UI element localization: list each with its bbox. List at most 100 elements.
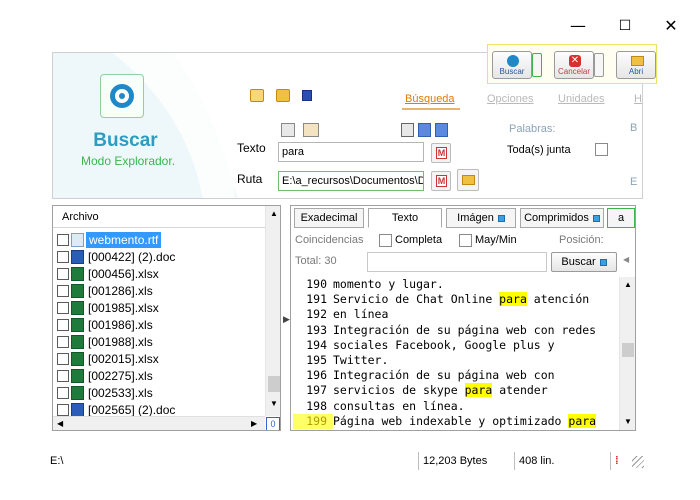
scroll-up-arrow[interactable]: ▲ <box>270 209 278 218</box>
xls-file-icon <box>71 301 84 315</box>
scroll-left-arrow[interactable]: ◀ <box>623 255 629 264</box>
text-line: 198 consultas en línea. <box>293 399 619 414</box>
buscar-spin[interactable] <box>532 53 542 77</box>
file-checkbox[interactable] <box>57 353 69 365</box>
search-text-field[interactable]: para <box>278 142 424 162</box>
cancelar-action-button[interactable]: ✕ Cancelar <box>554 51 594 79</box>
previous-match-icon[interactable] <box>418 123 431 137</box>
position-field[interactable] <box>367 252 547 272</box>
file-list-item[interactable]: [000422] (2).doc <box>57 249 263 265</box>
tab-imagen[interactable]: Imágen <box>446 208 516 228</box>
path-field[interactable]: E:\a_recursos\Documentos\D <box>278 171 424 191</box>
file-checkbox[interactable] <box>57 285 69 297</box>
search-icon <box>507 55 519 67</box>
line-number: 199 <box>293 413 333 429</box>
scroll-thumb[interactable] <box>268 376 280 392</box>
zip-square-icon <box>592 214 600 222</box>
resize-grip-icon[interactable] <box>632 456 644 468</box>
file-list-header[interactable]: Archivo <box>53 206 265 228</box>
scroll-thumb[interactable] <box>622 343 634 357</box>
tab-unidades[interactable]: Unidades <box>558 93 604 105</box>
splitter-arrow-icon[interactable]: ▶ <box>283 314 290 325</box>
file-checkbox[interactable] <box>57 251 69 263</box>
cancelar-spin[interactable] <box>594 53 604 77</box>
buscar-square-icon <box>599 258 607 266</box>
file-checkbox[interactable] <box>57 387 69 399</box>
posicion-label: Posición: <box>559 234 604 246</box>
buscar-viewer-button[interactable]: Buscar <box>551 252 617 272</box>
file-checkbox[interactable] <box>57 336 69 348</box>
file-list-hscroll[interactable]: ◀ ▶ <box>53 416 265 430</box>
line-text: atención <box>526 292 590 307</box>
scroll-down-arrow[interactable]: ▼ <box>624 417 632 426</box>
file-list-panel: Archivo webmento.rtf [000422] (2).doc [000… <box>52 205 281 431</box>
scroll-right-arrow[interactable]: ▶ <box>251 419 257 428</box>
tab-exadecimal[interactable]: Exadecimal <box>294 208 364 228</box>
text-line: 199 Página web indexable y optimizado par… <box>293 413 619 429</box>
text-line: 190 momento y lugar. <box>293 277 619 292</box>
minimize-button[interactable]: — <box>566 14 590 38</box>
corner-button[interactable]: 0 <box>266 417 280 430</box>
todas-juntas-checkbox[interactable] <box>595 143 608 156</box>
scroll-left-arrow[interactable]: ◀ <box>57 419 63 428</box>
abrir-action-button[interactable]: Abri <box>616 51 656 79</box>
tab-busqueda[interactable]: Búsqueda <box>405 93 455 105</box>
image-square-icon <box>497 214 505 222</box>
tab-herramientas[interactable]: Ha <box>634 93 642 105</box>
file-name: [002533].xls <box>88 386 153 400</box>
file-list-item[interactable]: webmento.rtf <box>57 232 263 248</box>
file-list-item[interactable]: [002275].xls <box>57 368 263 384</box>
status-bar: E:\ 12,203 Bytes 408 lin. ⁞ <box>46 452 646 470</box>
xls-file-icon <box>71 352 84 366</box>
text-viewer[interactable]: 190 momento y lugar. 191 Servicio de Chat O… <box>293 277 619 429</box>
scroll-up-arrow[interactable]: ▲ <box>624 280 632 289</box>
texto-label: Texto <box>237 141 266 155</box>
list-view-icon[interactable] <box>401 123 414 137</box>
todas-juntas-label: Toda(s) junta <box>507 144 571 156</box>
file-name: [001986].xls <box>88 318 153 332</box>
folder-icon <box>462 175 475 185</box>
file-list-item[interactable]: [002533].xls <box>57 385 263 401</box>
maximize-button[interactable]: ☐ <box>613 14 637 38</box>
tab-more[interactable]: a <box>607 208 635 228</box>
file-list-item[interactable]: [000456].xlsx <box>57 266 263 282</box>
gmail-icon: M <box>436 147 447 159</box>
tree-folder-icon[interactable] <box>250 89 264 102</box>
file-checkbox[interactable] <box>57 302 69 314</box>
file-list-item[interactable]: [001986].xls <box>57 317 263 333</box>
buscar-action-button[interactable]: Buscar <box>492 51 532 79</box>
trash-icon[interactable] <box>281 123 295 137</box>
match-highlight: para <box>499 292 527 307</box>
file-checkbox[interactable] <box>57 268 69 280</box>
text-line: 196 Integración de su página web con <box>293 368 619 383</box>
tab-opciones[interactable]: Opciones <box>487 93 533 105</box>
text-mode-button[interactable]: M <box>431 143 451 163</box>
match-highlight: para <box>464 383 493 398</box>
file-list-vscroll[interactable]: ▲ ▼ <box>265 206 280 416</box>
scroll-down-arrow[interactable]: ▼ <box>270 399 278 408</box>
file-list-item[interactable]: [001286].xls <box>57 283 263 299</box>
line-text: Twitter. <box>333 352 389 367</box>
file-list-item[interactable]: [001985].xlsx <box>57 300 263 316</box>
open-folder-icon[interactable] <box>276 89 290 102</box>
clipboard-icon[interactable] <box>303 123 319 137</box>
file-name: [001286].xls <box>88 284 153 298</box>
tab-texto[interactable]: Texto <box>368 208 442 228</box>
file-checkbox[interactable] <box>57 370 69 382</box>
maymin-checkbox[interactable] <box>459 234 472 247</box>
file-checkbox[interactable] <box>57 404 69 416</box>
save-disk-icon[interactable] <box>302 90 312 101</box>
tab-comprimidos[interactable]: Comprimidos <box>520 208 604 228</box>
file-checkbox[interactable] <box>57 319 69 331</box>
file-checkbox[interactable] <box>57 234 69 246</box>
text-line: 197 servicios de skype para atender <box>293 383 619 398</box>
browse-folder-button[interactable] <box>457 169 479 191</box>
ruta-label: Ruta <box>237 172 263 186</box>
next-match-icon[interactable] <box>435 123 448 137</box>
viewer-vscroll[interactable]: ▲ ▼ <box>619 277 635 430</box>
path-mode-button[interactable]: M <box>431 171 451 191</box>
close-button[interactable]: ✕ <box>659 14 683 38</box>
file-list-item[interactable]: [001988].xls <box>57 334 263 350</box>
completa-checkbox[interactable] <box>379 234 392 247</box>
file-list-item[interactable]: [002015].xlsx <box>57 351 263 367</box>
